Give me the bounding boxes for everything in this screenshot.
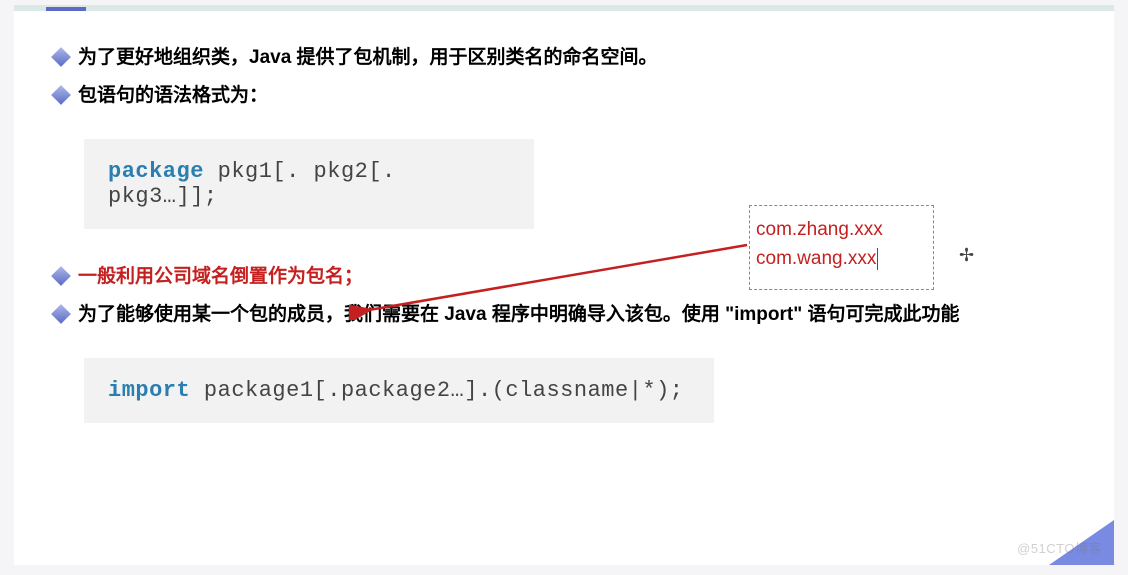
watermark-text: @51CTO博客	[1017, 538, 1102, 557]
bullet-list: 为了更好地组织类，Java 提供了包机制，用于区别类名的命名空间。 包语句的语法…	[54, 40, 1089, 114]
keyword: import	[108, 378, 190, 403]
code-rest: package1[.package2…].(classname|*);	[190, 378, 683, 403]
example-annotation-box: com.zhang.xxx com.wang.xxx	[749, 205, 934, 290]
example-line-2: com.wang.xxx	[756, 245, 927, 274]
move-cursor-icon: ✢	[959, 245, 974, 266]
top-accent-bar	[14, 5, 1114, 11]
code-block-import: import package1[.package2…].(classname|*…	[84, 358, 714, 423]
diamond-icon	[51, 304, 71, 324]
diamond-icon	[51, 266, 71, 286]
code-block-package: package pkg1[. pkg2[. pkg3…]];	[84, 139, 534, 229]
bullet-text: 为了更好地组织类，Java 提供了包机制，用于区别类名的命名空间。	[78, 47, 658, 68]
bullet-text: 为了能够使用某一个包的成员，我们需要在 Java 程序中明确导入该包。使用 "i…	[78, 304, 960, 325]
diamond-icon	[51, 47, 71, 67]
bullet-item-2: 包语句的语法格式为：	[54, 78, 1089, 114]
bullet-text-highlight: 一般利用公司域名倒置作为包名；	[78, 266, 363, 287]
bullet-text: 包语句的语法格式为：	[78, 85, 268, 106]
bullet-item-1: 为了更好地组织类，Java 提供了包机制，用于区别类名的命名空间。	[54, 40, 1089, 76]
diamond-icon	[51, 85, 71, 105]
document-page: 为了更好地组织类，Java 提供了包机制，用于区别类名的命名空间。 包语句的语法…	[14, 5, 1114, 565]
bullet-item-4: 为了能够使用某一个包的成员，我们需要在 Java 程序中明确导入该包。使用 "i…	[54, 297, 1089, 333]
keyword: package	[108, 159, 204, 184]
example-line-1: com.zhang.xxx	[756, 216, 927, 245]
